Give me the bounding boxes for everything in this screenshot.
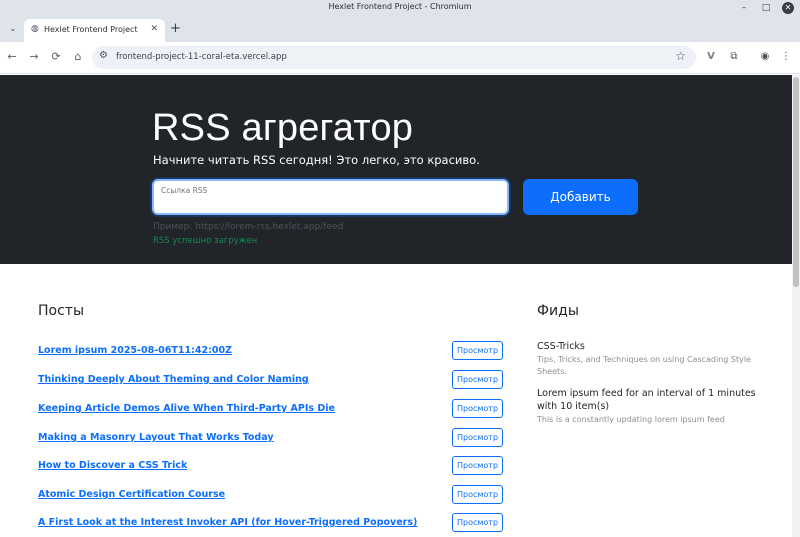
home-icon[interactable]: ⌂ <box>70 49 86 65</box>
post-link[interactable]: Lorem ipsum 2025-08-06T11:42:00Z <box>38 345 232 356</box>
post-item: Keeping Article Demos Alive When Third-P… <box>38 399 504 421</box>
view-button[interactable]: Просмотр <box>452 428 503 447</box>
post-item: Lorem ipsum 2025-08-06T11:42:00Z Просмот… <box>38 341 504 363</box>
feeds-heading: Фиды <box>537 303 579 319</box>
site-settings-icon[interactable]: ⚙ <box>99 50 108 61</box>
post-item: Making a Masonry Layout That Works Today… <box>38 428 504 450</box>
new-tab-button[interactable]: + <box>170 21 181 36</box>
page-title: RSS агрегатор <box>152 107 414 149</box>
extensions-icon[interactable]: ⧉ <box>727 50 741 64</box>
view-button[interactable]: Просмотр <box>452 341 503 360</box>
browser-toolbar: ← → ⟳ ⌂ ⚙ frontend-project-11-coral-eta.… <box>0 42 800 74</box>
post-item: Atomic Design Certification Course Просм… <box>38 485 504 507</box>
post-link[interactable]: Making a Masonry Layout That Works Today <box>38 432 274 443</box>
feed-description: Tips, Tricks, and Techniques on using Ca… <box>537 355 751 376</box>
address-bar[interactable]: ⚙ frontend-project-11-coral-eta.vercel.a… <box>92 46 696 69</box>
post-link[interactable]: Thinking Deeply About Theming and Color … <box>38 374 309 385</box>
feed-title: Lorem ipsum feed for an interval of 1 mi… <box>537 388 756 412</box>
feed-description: This is a constantly updating lorem ipsu… <box>537 415 725 424</box>
maximize-button[interactable]: □ <box>760 2 772 14</box>
hero-lead: Начните читать RSS сегодня! Это легко, э… <box>153 153 480 167</box>
page-content: RSS агрегатор Начните читать RSS сегодня… <box>0 75 792 537</box>
reload-icon[interactable]: ⟳ <box>48 49 64 65</box>
post-item: How to Discover a CSS Trick Просмотр <box>38 456 504 478</box>
tab-strip: ⌄ ◍ Hexlet Frontend Project ✕ + <box>0 16 800 42</box>
post-item: Thinking Deeply About Theming and Color … <box>38 370 504 392</box>
page-scrollbar[interactable] <box>792 75 800 537</box>
add-button[interactable]: Добавить <box>523 179 638 215</box>
menu-icon[interactable]: ⋮ <box>779 50 793 64</box>
minimize-button[interactable]: – <box>738 2 750 14</box>
tab-close-icon[interactable]: ✕ <box>150 24 158 34</box>
feedback-message: RSS успешно загружен <box>153 236 258 246</box>
post-link[interactable]: Atomic Design Certification Course <box>38 489 225 500</box>
posts-heading: Посты <box>38 303 84 319</box>
view-button[interactable]: Просмотр <box>452 513 503 532</box>
window-title: Hexlet Frontend Project - Chromium <box>328 2 472 11</box>
view-button[interactable]: Просмотр <box>452 370 503 389</box>
tab-hexlet-frontend-project[interactable]: ◍ Hexlet Frontend Project ✕ <box>24 19 165 42</box>
globe-icon: ◍ <box>31 24 39 34</box>
close-window-button[interactable]: ✕ <box>782 2 794 14</box>
window-titlebar: Hexlet Frontend Project - Chromium – □ ✕ <box>0 0 800 16</box>
post-item: A First Look at the Interest Invoker API… <box>38 513 504 535</box>
view-button[interactable]: Просмотр <box>452 485 503 504</box>
feed-title: CSS-Tricks <box>537 341 585 352</box>
view-button[interactable]: Просмотр <box>452 399 503 418</box>
post-link[interactable]: How to Discover a CSS Trick <box>38 460 187 471</box>
back-icon[interactable]: ← <box>4 49 20 65</box>
rss-input-placeholder: Ссылка RSS <box>161 186 208 195</box>
view-button[interactable]: Просмотр <box>452 456 503 475</box>
feed-item: Lorem ipsum feed for an interval of 1 mi… <box>537 387 767 426</box>
hero-section: RSS агрегатор Начните читать RSS сегодня… <box>0 75 792 264</box>
post-link[interactable]: Keeping Article Demos Alive When Third-P… <box>38 403 335 414</box>
bookmark-star-icon[interactable]: ☆ <box>675 49 686 63</box>
feed-item: CSS-Tricks Tips, Tricks, and Techniques … <box>537 340 767 378</box>
rss-url-input[interactable]: Ссылка RSS <box>152 179 509 215</box>
tab-search-icon[interactable]: ⌄ <box>6 22 20 36</box>
example-hint: Пример: https://lorem-rss.hexlet.app/fee… <box>153 222 344 232</box>
scrollbar-thumb[interactable] <box>793 77 799 287</box>
tab-title: Hexlet Frontend Project <box>44 25 138 34</box>
vivaldi-extension-icon[interactable]: V <box>704 50 718 64</box>
forward-icon[interactable]: → <box>26 49 42 65</box>
url-text[interactable]: frontend-project-11-coral-eta.vercel.app <box>116 52 287 62</box>
post-link[interactable]: A First Look at the Interest Invoker API… <box>38 517 417 528</box>
profile-icon[interactable]: ◉ <box>758 50 772 64</box>
